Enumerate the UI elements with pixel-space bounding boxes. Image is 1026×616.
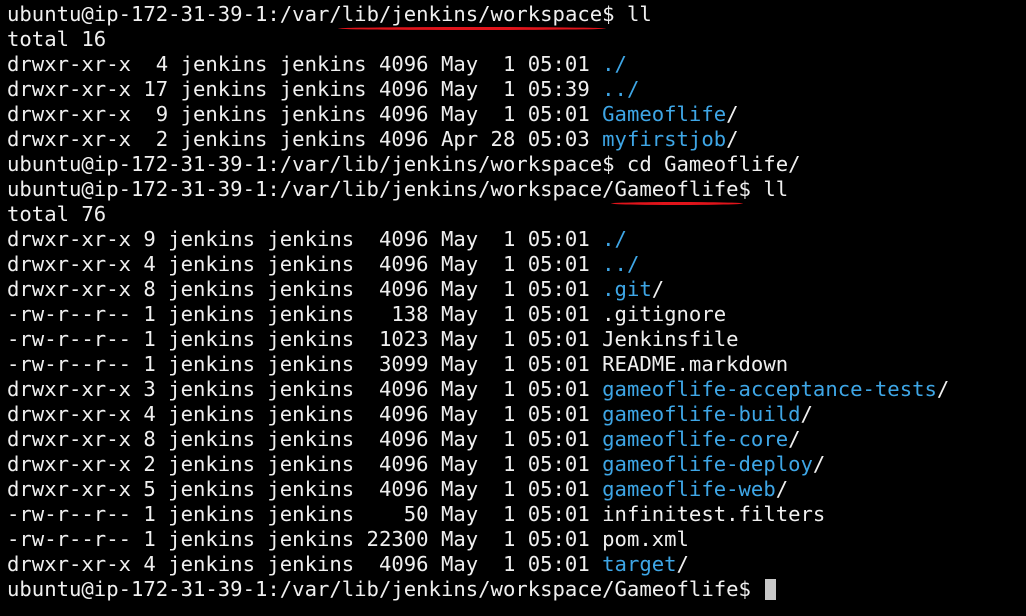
file-meta: -rw-r--r-- 1 jenkins jenkins 22300 May 1…	[7, 527, 603, 551]
listing-row: drwxr-xr-x 2 jenkins jenkins 4096 May 1 …	[7, 452, 1026, 477]
prompt-command: $ ll	[738, 177, 789, 201]
listing-row: drwxr-xr-x 4 jenkins jenkins 4096 May 1 …	[7, 402, 1026, 427]
directory-slash: /	[651, 277, 665, 301]
listing-row: -rw-r--r-- 1 jenkins jenkins 22300 May 1…	[7, 527, 1026, 552]
directory-name: ./	[602, 52, 627, 76]
directory-name: gameoflife-web	[602, 477, 776, 501]
listing-row: drwxr-xr-x 9 jenkins jenkins 4096 May 1 …	[7, 102, 1026, 127]
listing-row: drwxr-xr-x 4 jenkins jenkins 4096 May 1 …	[7, 252, 1026, 277]
file-meta: -rw-r--r-- 1 jenkins jenkins 138 May 1 0…	[7, 302, 603, 326]
listing-row: -rw-r--r-- 1 jenkins jenkins 138 May 1 0…	[7, 302, 1026, 327]
listing-row: drwxr-xr-x 8 jenkins jenkins 4096 May 1 …	[7, 277, 1026, 302]
directory-name: ./	[602, 227, 627, 251]
file-name: infinitest.filters	[602, 502, 826, 526]
prompt-line-ll-gameoflife: ubuntu@ip-172-31-39-1:/var/lib/jenkins/w…	[7, 177, 1026, 205]
prompt-command: $ ll	[602, 2, 652, 26]
file-meta: -rw-r--r-- 1 jenkins jenkins 3099 May 1 …	[7, 352, 603, 376]
directory-name: gameoflife-acceptance-tests	[602, 377, 937, 401]
directory-name: gameoflife-build	[602, 402, 801, 426]
file-meta: -rw-r--r-- 1 jenkins jenkins 1023 May 1 …	[7, 327, 603, 351]
directory-name: gameoflife-core	[602, 427, 789, 451]
cursor-block[interactable]	[765, 579, 777, 600]
listing-row: drwxr-xr-x 2 jenkins jenkins 4096 Apr 28…	[7, 127, 1026, 152]
annotated-path-workspace: lib/jenkins/workspace	[337, 2, 607, 30]
directory-slash: /	[726, 127, 739, 151]
listing-row: drwxr-xr-x 17 jenkins jenkins 4096 May 1…	[7, 77, 1026, 102]
directory-slash: /	[788, 427, 801, 451]
file-meta: drwxr-xr-x 17 jenkins jenkins 4096 May 1…	[7, 77, 603, 101]
directory-name: .git	[602, 277, 652, 301]
file-meta: drwxr-xr-x 4 jenkins jenkins 4096 May 1 …	[7, 52, 603, 76]
directory-name: ../	[602, 77, 640, 101]
directory-slash: /	[676, 552, 689, 576]
total-line: total 76	[7, 202, 107, 226]
file-meta: drwxr-xr-x 4 jenkins jenkins 4096 May 1 …	[7, 252, 603, 276]
prompt-prefix: ubuntu@ip-172-31-39-1:/var/lib/jenkins/w…	[7, 177, 615, 201]
terminal-window[interactable]: ubuntu@ip-172-31-39-1:/var/lib/jenkins/w…	[0, 0, 1026, 616]
directory-name: gameoflife-deploy	[602, 452, 813, 476]
file-meta: drwxr-xr-x 8 jenkins jenkins 4096 May 1 …	[7, 427, 603, 451]
file-name: pom.xml	[602, 527, 689, 551]
listing-row: -rw-r--r-- 1 jenkins jenkins 3099 May 1 …	[7, 352, 1026, 377]
listing-row: -rw-r--r-- 1 jenkins jenkins 50 May 1 05…	[7, 502, 1026, 527]
listing-row: drwxr-xr-x 9 jenkins jenkins 4096 May 1 …	[7, 227, 1026, 252]
listing-row: drwxr-xr-x 8 jenkins jenkins 4096 May 1 …	[7, 427, 1026, 452]
directory-slash: /	[936, 377, 950, 401]
file-meta: drwxr-xr-x 4 jenkins jenkins 4096 May 1 …	[7, 402, 603, 426]
directory-slash: /	[726, 102, 739, 126]
file-meta: drwxr-xr-x 9 jenkins jenkins 4096 May 1 …	[7, 102, 603, 126]
directory-name: target	[602, 552, 677, 576]
file-meta: drwxr-xr-x 4 jenkins jenkins 4096 May 1 …	[7, 552, 603, 576]
directory-name: myfirstjob	[602, 127, 727, 151]
file-meta: drwxr-xr-x 3 jenkins jenkins 4096 May 1 …	[7, 377, 603, 401]
prompt-prefix: ubuntu@ip-172-31-39-1:/var/	[7, 2, 342, 26]
gameoflife-listing: drwxr-xr-x 9 jenkins jenkins 4096 May 1 …	[7, 227, 1026, 577]
prompt-line-ll-workspace: ubuntu@ip-172-31-39-1:/var/lib/jenkins/w…	[7, 2, 1026, 30]
workspace-listing: drwxr-xr-x 4 jenkins jenkins 4096 May 1 …	[7, 52, 1026, 152]
total-line: total 16	[7, 27, 107, 51]
listing-row: drwxr-xr-x 4 jenkins jenkins 4096 May 1 …	[7, 552, 1026, 577]
file-meta: drwxr-xr-x 2 jenkins jenkins 4096 Apr 28…	[7, 127, 603, 151]
file-meta: -rw-r--r-- 1 jenkins jenkins 50 May 1 05…	[7, 502, 603, 526]
current-prompt: ubuntu@ip-172-31-39-1:/var/lib/jenkins/w…	[7, 577, 764, 601]
current-prompt-line[interactable]: ubuntu@ip-172-31-39-1:/var/lib/jenkins/w…	[7, 577, 1026, 602]
listing-row: drwxr-xr-x 5 jenkins jenkins 4096 May 1 …	[7, 477, 1026, 502]
directory-name: ../	[602, 252, 640, 276]
file-name: README.markdown	[602, 352, 789, 376]
file-meta: drwxr-xr-x 2 jenkins jenkins 4096 May 1 …	[7, 452, 603, 476]
file-meta: drwxr-xr-x 5 jenkins jenkins 4096 May 1 …	[7, 477, 603, 501]
listing-row: -rw-r--r-- 1 jenkins jenkins 1023 May 1 …	[7, 327, 1026, 352]
directory-slash: /	[812, 452, 826, 476]
directory-slash: /	[775, 477, 789, 501]
directory-slash: /	[800, 402, 813, 426]
file-name: Jenkinsfile	[602, 327, 739, 351]
cd-command-line: ubuntu@ip-172-31-39-1:/var/lib/jenkins/w…	[7, 152, 801, 176]
file-meta: drwxr-xr-x 9 jenkins jenkins 4096 May 1 …	[7, 227, 603, 251]
file-meta: drwxr-xr-x 8 jenkins jenkins 4096 May 1 …	[7, 277, 603, 301]
file-name: .gitignore	[602, 302, 727, 326]
directory-name: Gameoflife	[602, 102, 727, 126]
listing-row: drwxr-xr-x 3 jenkins jenkins 4096 May 1 …	[7, 377, 1026, 402]
listing-row: drwxr-xr-x 4 jenkins jenkins 4096 May 1 …	[7, 52, 1026, 77]
annotated-path-gameoflife: Gameoflife	[610, 177, 743, 205]
